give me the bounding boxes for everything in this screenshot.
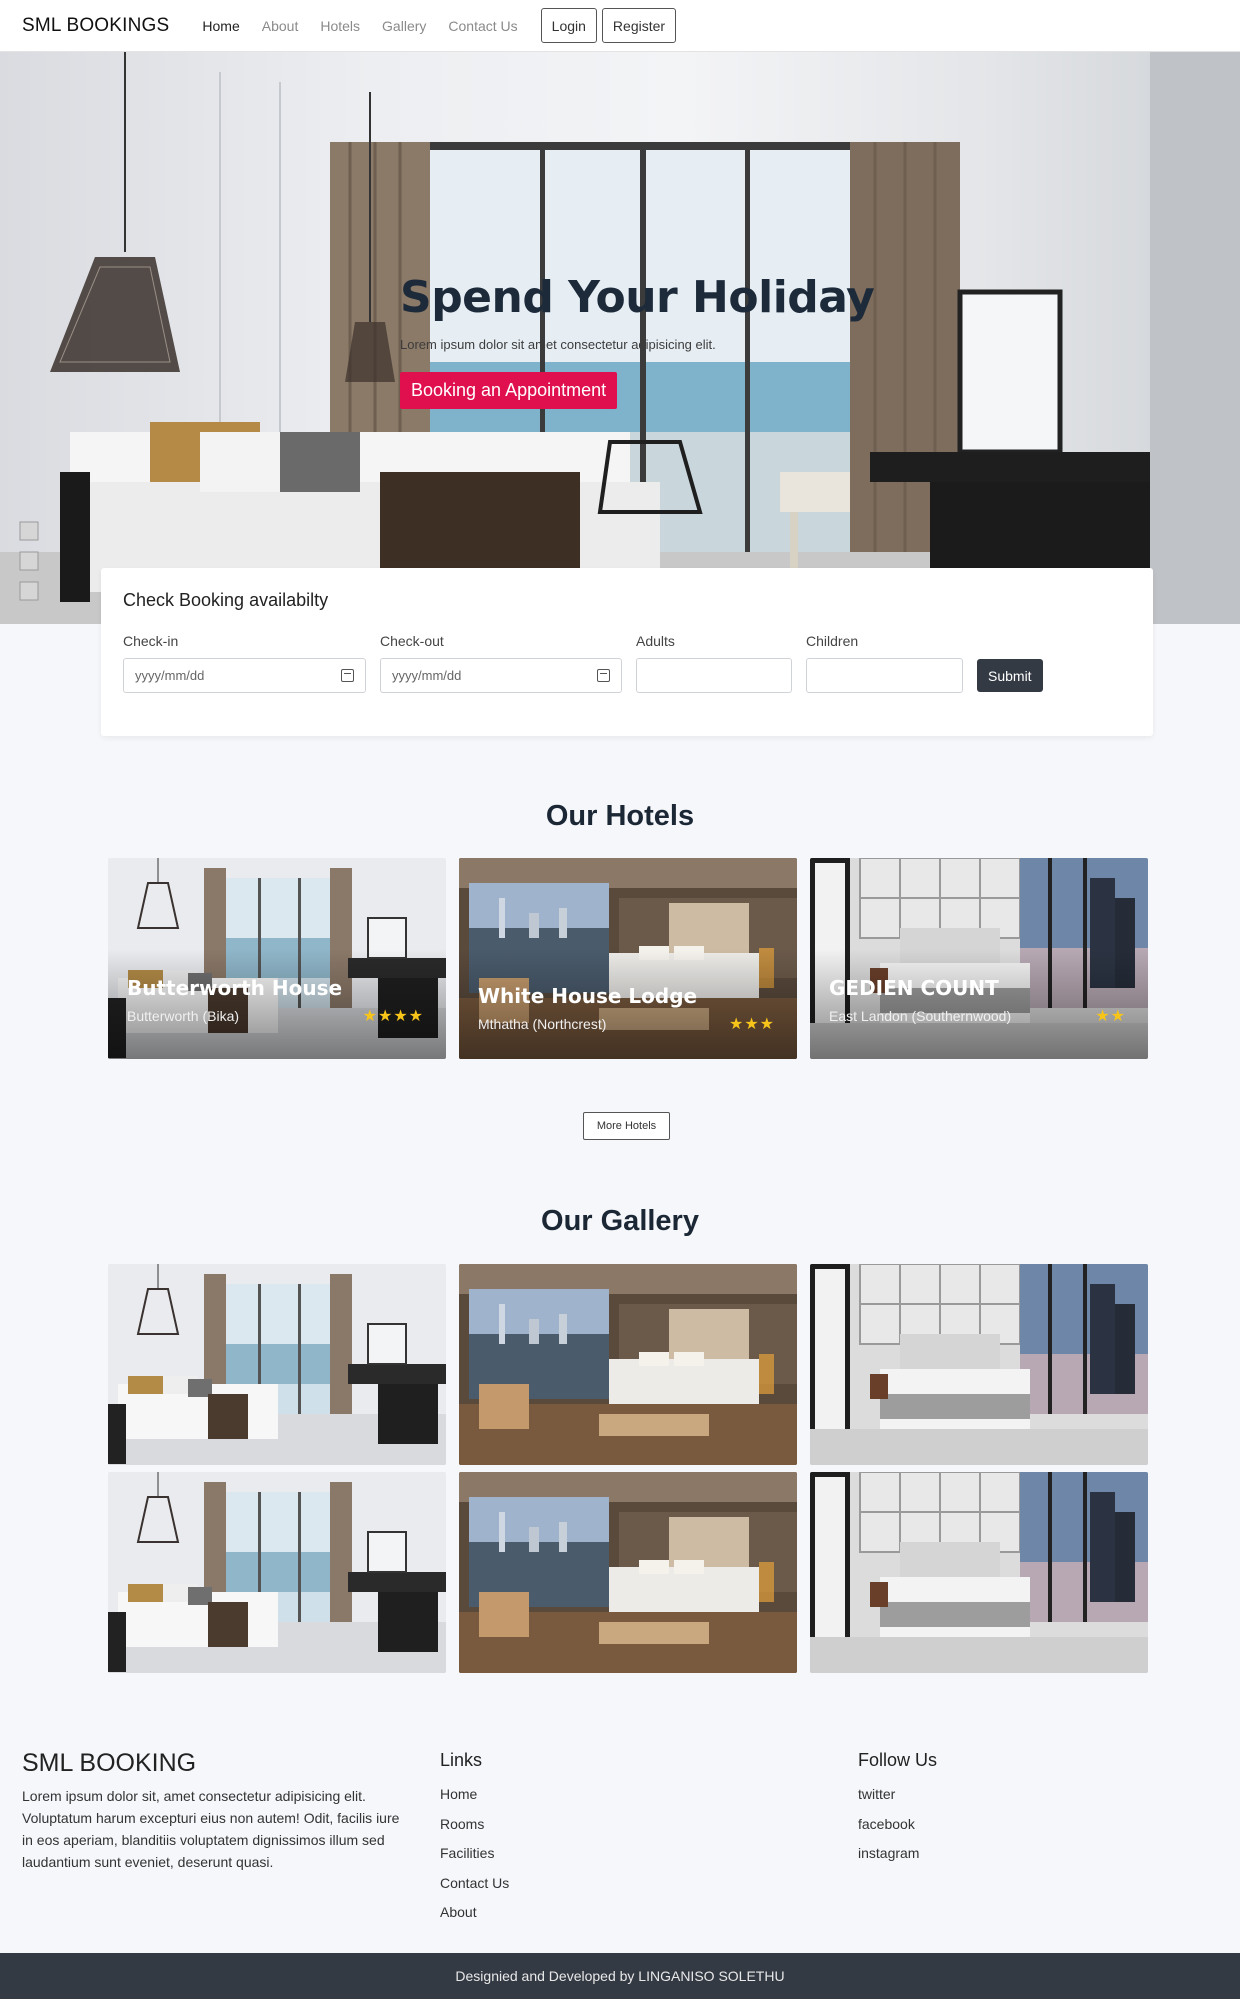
hotel-location: Butterworth (Bika) xyxy=(127,1008,240,1024)
more-hotels-button[interactable]: More Hotels xyxy=(583,1112,670,1140)
copyright-text: Designied and Developed by LINGANISO SOL… xyxy=(455,1968,785,1984)
star-rating: ★★★★ xyxy=(362,1008,424,1025)
checkout-group: Check-out yyyy/mm/dd xyxy=(380,633,622,693)
hero-text: Spend Your Holiday Lorem ipsum dolor sit… xyxy=(400,272,875,409)
hotels-section-title: Our Hotels xyxy=(545,800,695,832)
checkout-placeholder: yyyy/mm/dd xyxy=(392,668,462,683)
checkin-placeholder: yyyy/mm/dd xyxy=(135,668,205,683)
footer-link-contact[interactable]: Contact Us xyxy=(440,1875,509,1891)
hotel-name: GEDIEN COUNT xyxy=(829,976,999,1000)
hotel-name: White House Lodge xyxy=(478,984,698,1008)
footer-follow-title: Follow Us xyxy=(858,1750,938,1770)
card-overlay xyxy=(810,949,1148,1059)
calendar-icon[interactable] xyxy=(341,669,354,682)
login-button[interactable]: Login xyxy=(540,8,597,43)
hotel-location: East Landon (Southernwood) xyxy=(829,1008,1012,1024)
gallery-image[interactable] xyxy=(810,1472,1148,1673)
copyright-bar: Designied and Developed by LINGANISO SOL… xyxy=(0,1953,1240,1999)
calendar-icon[interactable] xyxy=(597,669,610,682)
submit-button[interactable]: Submit xyxy=(977,659,1043,692)
hotel-location: Mthatha (Northcrest) xyxy=(478,1016,607,1032)
children-input[interactable] xyxy=(806,658,963,693)
gallery-image[interactable] xyxy=(108,1472,446,1673)
gallery-image[interactable] xyxy=(108,1264,446,1465)
star-rating: ★★★ xyxy=(728,1016,775,1033)
hotel-card[interactable]: Butterworth House Butterworth (Bika) ★★★… xyxy=(108,858,446,1059)
register-button[interactable]: Register xyxy=(601,8,677,43)
hotel-name: Butterworth House xyxy=(127,976,343,1000)
checkin-date-input[interactable]: yyyy/mm/dd xyxy=(123,658,366,693)
adults-label: Adults xyxy=(636,633,675,649)
children-label: Children xyxy=(806,633,859,649)
footer-description: Lorem ipsum dolor sit, amet consectetur … xyxy=(22,1788,400,1870)
checkin-label: Check-in xyxy=(123,633,179,649)
footer-link-twitter[interactable]: twitter xyxy=(858,1786,895,1802)
hotel-card[interactable]: GEDIEN COUNT East Landon (Southernwood) … xyxy=(810,858,1148,1059)
gallery-image[interactable] xyxy=(459,1472,797,1673)
footer-links-title: Links xyxy=(440,1750,483,1770)
hero-subtitle: Lorem ipsum dolor sit amet consectetur a… xyxy=(400,337,716,352)
adults-input[interactable] xyxy=(636,658,792,693)
adults-group: Adults xyxy=(636,633,792,693)
card-overlay xyxy=(108,949,446,1059)
nav-link-about[interactable]: About xyxy=(262,18,299,34)
footer-link-rooms[interactable]: Rooms xyxy=(440,1816,484,1832)
checkout-date-input[interactable]: yyyy/mm/dd xyxy=(380,658,622,693)
nav-link-hotels[interactable]: Hotels xyxy=(320,18,360,34)
booking-form: Check-in yyyy/mm/dd Check-out yyyy/mm/dd… xyxy=(123,633,1131,693)
nav-link-gallery[interactable]: Gallery xyxy=(382,18,426,34)
booking-availability-card: Check Booking availabilty Check-in yyyy/… xyxy=(101,568,1153,736)
star-rating: ★★ xyxy=(1095,1008,1126,1025)
gallery-section-title: Our Gallery xyxy=(541,1205,699,1237)
hero-banner: Spend Your Holiday Lorem ipsum dolor sit… xyxy=(0,52,1240,624)
hotel-card[interactable]: White House Lodge Mthatha (Northcrest) ★… xyxy=(459,858,797,1059)
nav-link-home[interactable]: Home xyxy=(202,18,239,34)
footer-link-home[interactable]: Home xyxy=(440,1786,477,1802)
navbar: SML BOOKINGS Home About Hotels Gallery C… xyxy=(0,0,1240,52)
footer-link-facilities[interactable]: Facilities xyxy=(440,1845,494,1861)
checkout-label: Check-out xyxy=(380,633,444,649)
booking-appointment-button[interactable]: Booking an Appointment xyxy=(400,372,618,409)
gallery-image[interactable] xyxy=(459,1264,797,1465)
nav-link-contact[interactable]: Contact Us xyxy=(448,18,517,34)
checkin-group: Check-in yyyy/mm/dd xyxy=(123,633,366,693)
footer-brand: SML BOOKING xyxy=(22,1749,197,1777)
footer: SML BOOKING Lorem ipsum dolor sit, amet … xyxy=(0,1724,1240,1953)
footer-link-facebook[interactable]: facebook xyxy=(858,1816,915,1832)
booking-card-title: Check Booking availabilty xyxy=(123,590,329,610)
footer-link-about[interactable]: About xyxy=(440,1904,477,1920)
gallery-image[interactable] xyxy=(810,1264,1148,1465)
children-group: Children xyxy=(806,633,963,693)
hero-title: Spend Your Holiday xyxy=(400,272,875,323)
footer-link-instagram[interactable]: instagram xyxy=(858,1845,919,1861)
brand-logo[interactable]: SML BOOKINGS xyxy=(22,15,169,37)
